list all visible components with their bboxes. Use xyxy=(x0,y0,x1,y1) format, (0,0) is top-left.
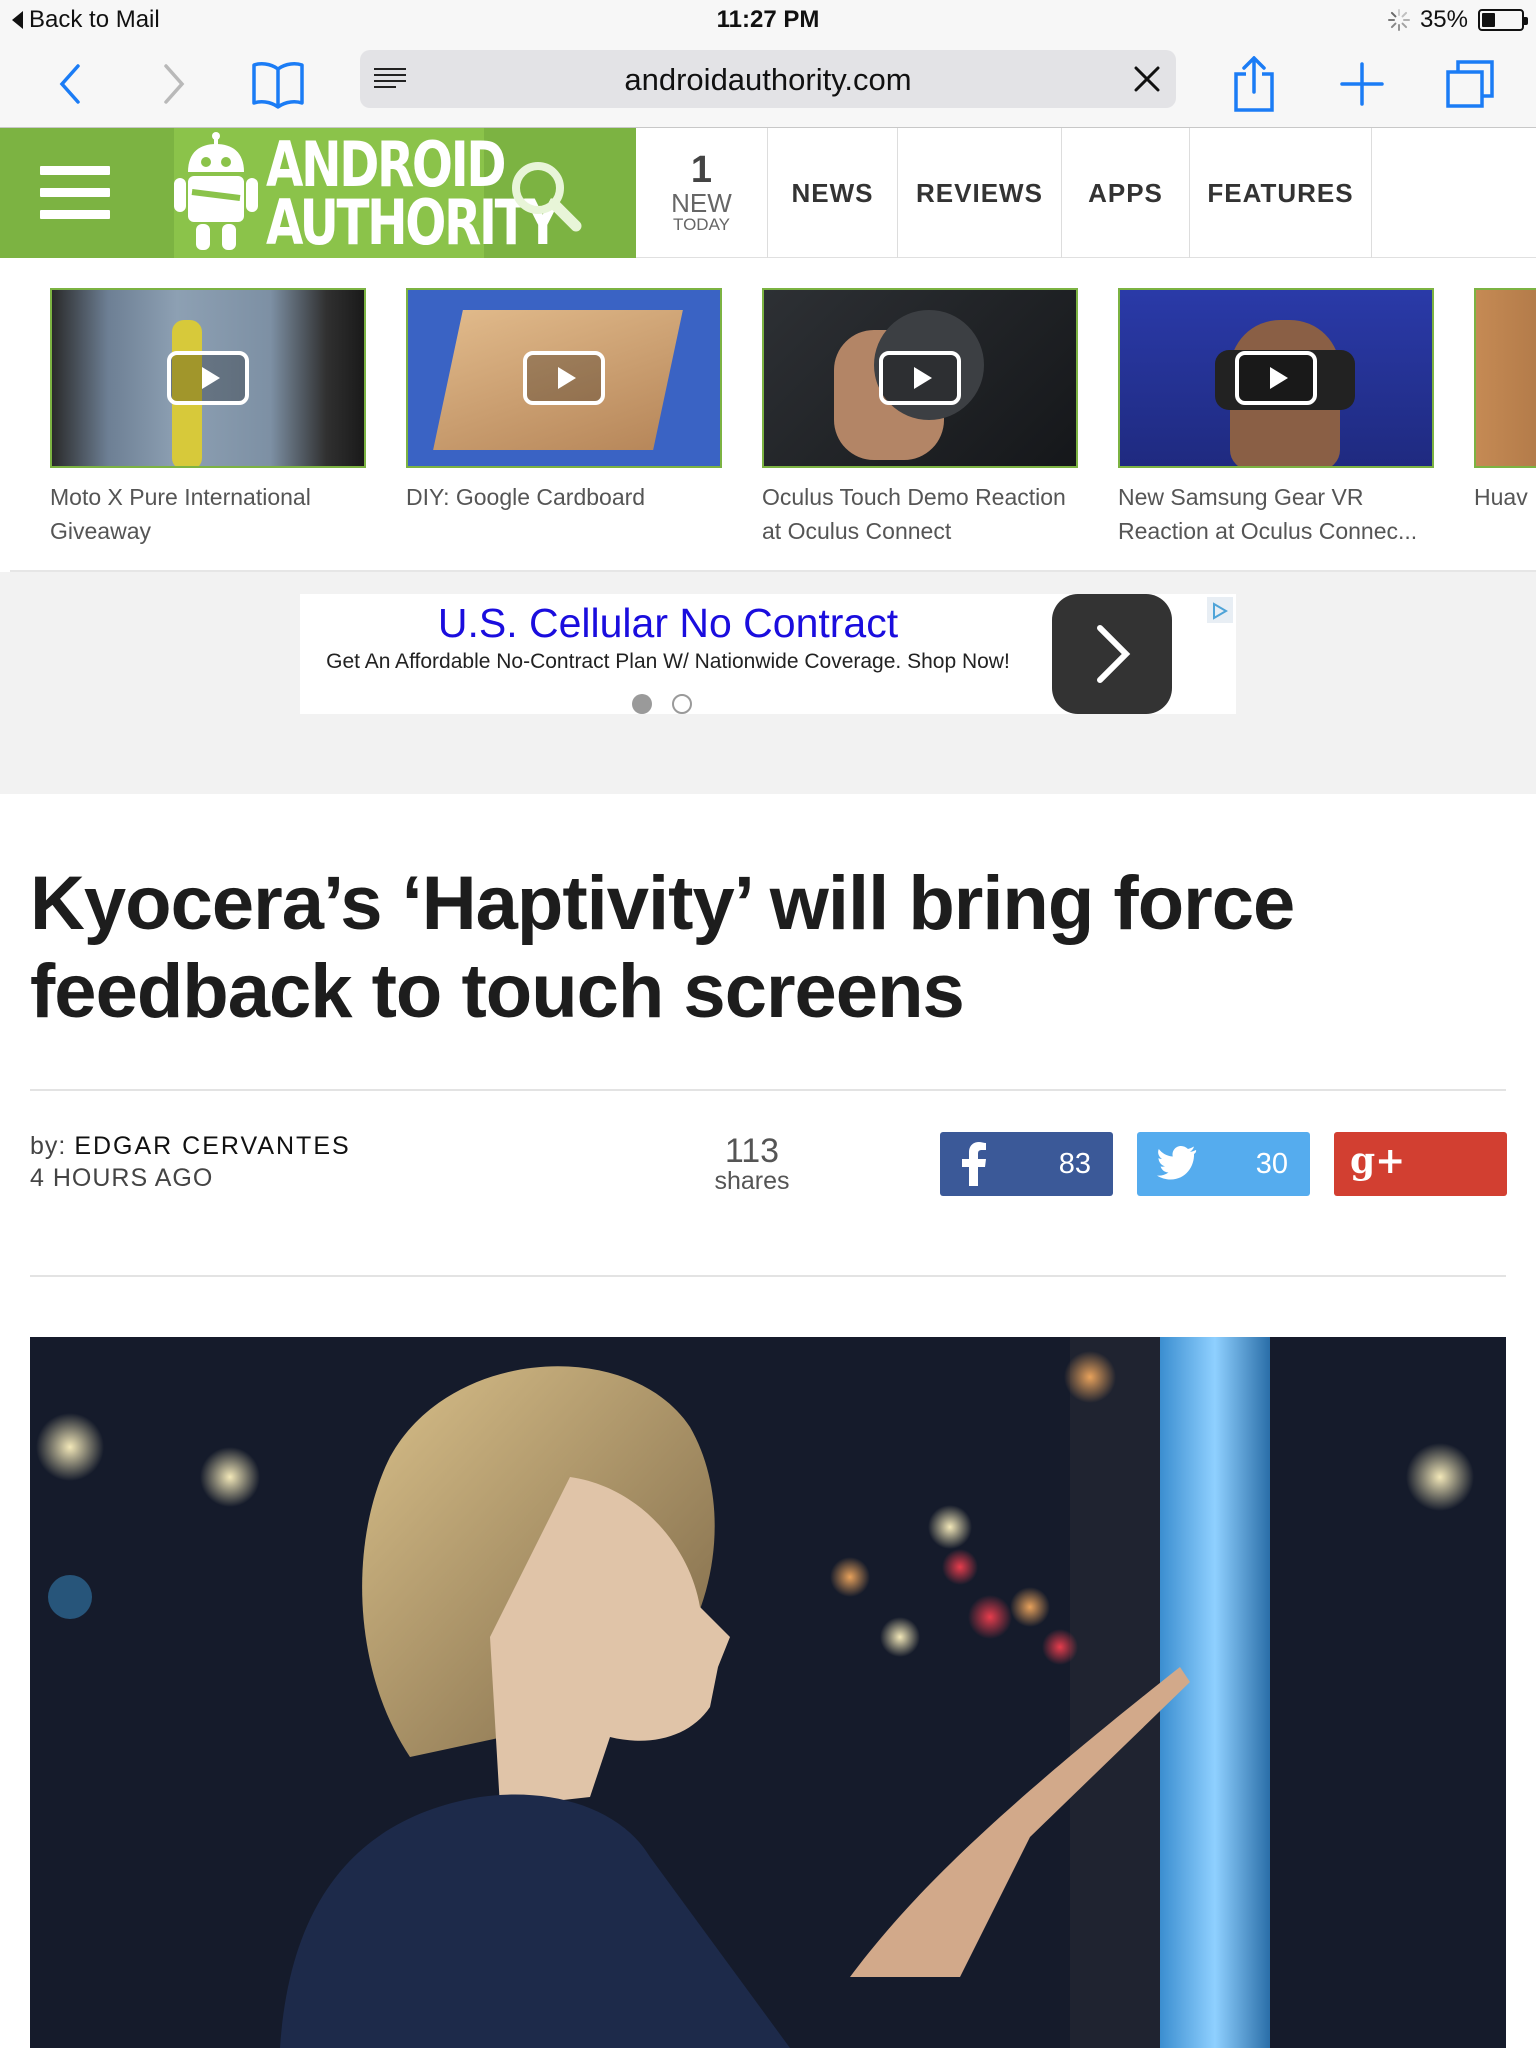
back-arrow-icon[interactable] xyxy=(40,54,100,114)
divider xyxy=(30,1089,1506,1091)
play-icon xyxy=(1235,351,1317,405)
author-name[interactable]: EDGAR CERVANTES xyxy=(74,1132,350,1160)
video-title: DIY: Google Cardboard xyxy=(406,484,646,510)
by-label: by: xyxy=(30,1132,67,1160)
play-icon xyxy=(167,351,249,405)
nav-reviews[interactable]: REVIEWS xyxy=(898,128,1062,258)
battery-percent: 35% xyxy=(1419,6,1468,33)
ad-title[interactable]: U.S. Cellular No Contract xyxy=(300,600,1036,647)
clear-icon[interactable] xyxy=(1128,60,1166,98)
google-plus-icon: g+ xyxy=(1350,1140,1406,1182)
chevron-right-icon xyxy=(1097,625,1131,683)
google-plus-share-button[interactable]: g+ xyxy=(1334,1132,1507,1196)
advertisement[interactable]: U.S. Cellular No Contract Get An Afforda… xyxy=(300,594,1236,714)
share-icon[interactable] xyxy=(1224,54,1284,114)
status-indicators: 35% xyxy=(1387,6,1528,34)
bookmarks-icon[interactable] xyxy=(248,54,308,114)
video-title: New Samsung Gear VR Reaction at Oculus C… xyxy=(1118,484,1418,544)
play-icon xyxy=(879,351,961,405)
share-count-number: 113 xyxy=(724,1132,780,1170)
share-count-label: shares xyxy=(714,1167,790,1195)
nav-apps[interactable]: APPS xyxy=(1062,128,1190,258)
activity-spinner-icon xyxy=(1387,9,1410,31)
battery-icon xyxy=(1478,9,1528,31)
video-card[interactable]: New Samsung Gear VR Reaction at Oculus C… xyxy=(1118,288,1434,548)
nav-news[interactable]: NEWS xyxy=(768,128,898,258)
facebook-count: 83 xyxy=(1058,1148,1091,1180)
tabs-icon[interactable] xyxy=(1440,54,1500,114)
nav-features[interactable]: FEATURES xyxy=(1190,128,1372,258)
twitter-count: 30 xyxy=(1255,1148,1288,1180)
publish-time: 4 HOURS AGO xyxy=(30,1164,214,1192)
video-card[interactable]: Huav Initia xyxy=(1474,288,1536,514)
adchoices-icon[interactable] xyxy=(1206,596,1234,624)
menu-icon[interactable] xyxy=(40,166,110,220)
video-title: Huav Initia xyxy=(1474,484,1536,510)
new-tab-icon[interactable] xyxy=(1332,54,1392,114)
video-thumbnail[interactable] xyxy=(406,288,722,468)
site-logo[interactable]: ANDROID AUTHORITY xyxy=(174,128,560,258)
video-thumbnail[interactable] xyxy=(1474,288,1536,468)
video-title: Moto X Pure International Giveaway xyxy=(50,484,311,544)
video-carousel[interactable]: Moto X Pure International Giveaway DIY: … xyxy=(10,258,1536,572)
video-thumbnail[interactable] xyxy=(1118,288,1434,468)
ad-page-dot[interactable] xyxy=(672,694,692,714)
video-thumbnail[interactable] xyxy=(762,288,1078,468)
video-card[interactable]: Moto X Pure International Giveaway xyxy=(50,288,366,548)
byline: by: EDGAR CERVANTES 4 HOURS AGO xyxy=(30,1130,351,1194)
browser-toolbar: androidauthority.com xyxy=(0,40,1536,128)
video-card[interactable]: Oculus Touch Demo Reaction at Oculus Con… xyxy=(762,288,1078,548)
address-bar[interactable]: androidauthority.com xyxy=(360,50,1176,108)
video-title: Oculus Touch Demo Reaction at Oculus Con… xyxy=(762,484,1066,544)
divider xyxy=(30,1275,1506,1277)
article-headline: Kyocera’s ‘Haptivity’ will bring force f… xyxy=(30,861,1295,1034)
brand-bar: ANDROID AUTHORITY xyxy=(0,128,636,258)
new-today-counter[interactable]: 1 NEW TODAY xyxy=(636,128,768,258)
share-count: 113 shares xyxy=(700,1134,804,1194)
ad-next-button[interactable] xyxy=(1052,594,1172,714)
hero-image xyxy=(30,1337,1506,2048)
site-header: ANDROID AUTHORITY 1 NEW TODAY NEWS REVIE… xyxy=(0,128,1536,258)
status-bar: Back to Mail 11:27 PM 35% xyxy=(0,0,1536,40)
twitter-share-button[interactable]: 30 xyxy=(1137,1132,1310,1196)
ad-page-dot-active[interactable] xyxy=(632,694,652,714)
url-text: androidauthority.com xyxy=(624,62,912,97)
ad-description: Get An Affordable No-Contract Plan W/ Na… xyxy=(326,650,1010,673)
video-card[interactable]: DIY: Google Cardboard xyxy=(406,288,722,514)
ad-region: U.S. Cellular No Contract Get An Afforda… xyxy=(0,572,1536,794)
facebook-icon xyxy=(960,1142,988,1191)
search-icon[interactable] xyxy=(500,150,590,240)
forward-arrow-icon[interactable] xyxy=(144,54,204,114)
twitter-icon xyxy=(1157,1142,1197,1187)
status-time: 11:27 PM xyxy=(716,6,820,33)
video-thumbnail[interactable] xyxy=(50,288,366,468)
android-mascot-icon xyxy=(174,132,258,250)
play-icon xyxy=(523,351,605,405)
facebook-share-button[interactable]: 83 xyxy=(940,1132,1113,1196)
